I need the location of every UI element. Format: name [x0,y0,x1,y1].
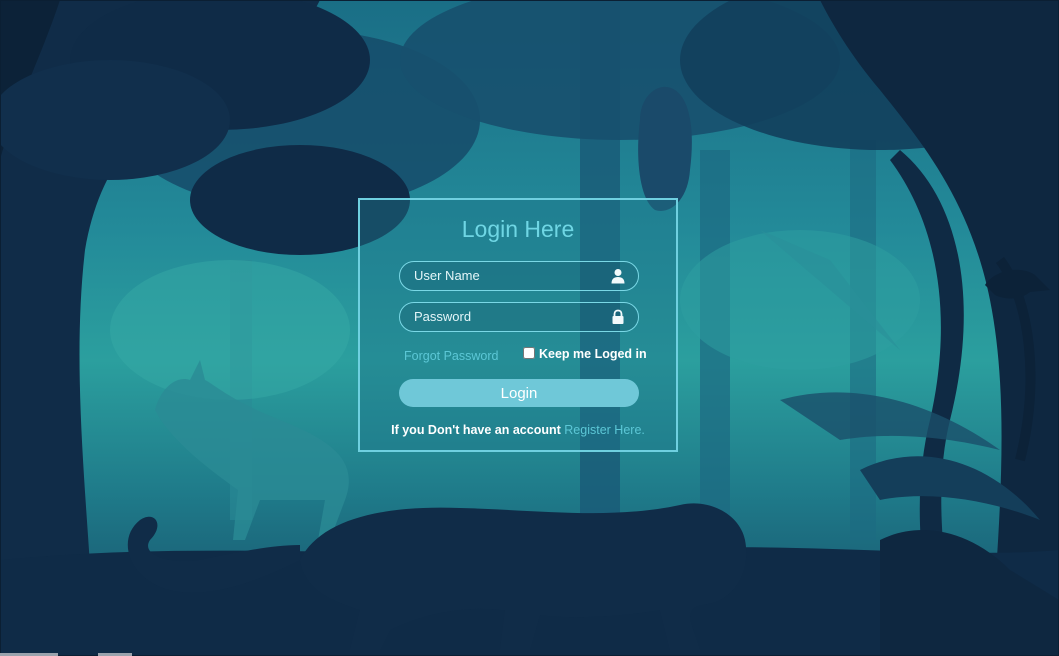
keep-logged-in-checkbox[interactable] [523,347,535,359]
lock-icon [610,309,626,325]
username-input[interactable] [414,262,594,289]
keep-logged-in-text: Keep me Loged in [539,347,647,361]
login-options-row: Forgot Password Keep me Loged in [404,347,647,367]
login-panel: Login Here Forgot Password Keep me Loged… [358,198,678,452]
register-link[interactable]: Register Here. [564,423,645,437]
username-field-wrapper [399,261,639,291]
register-prefix-text: If you Don't have an account [391,423,561,437]
keep-logged-in-label[interactable]: Keep me Loged in [523,347,647,361]
forgot-password-link[interactable]: Forgot Password [404,349,498,363]
login-button[interactable]: Login [399,379,639,407]
user-icon [610,268,626,284]
password-input[interactable] [414,303,594,330]
login-title: Login Here [461,216,575,242]
register-row: If you Don't have an account Register He… [360,423,676,437]
password-field-wrapper [399,302,639,332]
